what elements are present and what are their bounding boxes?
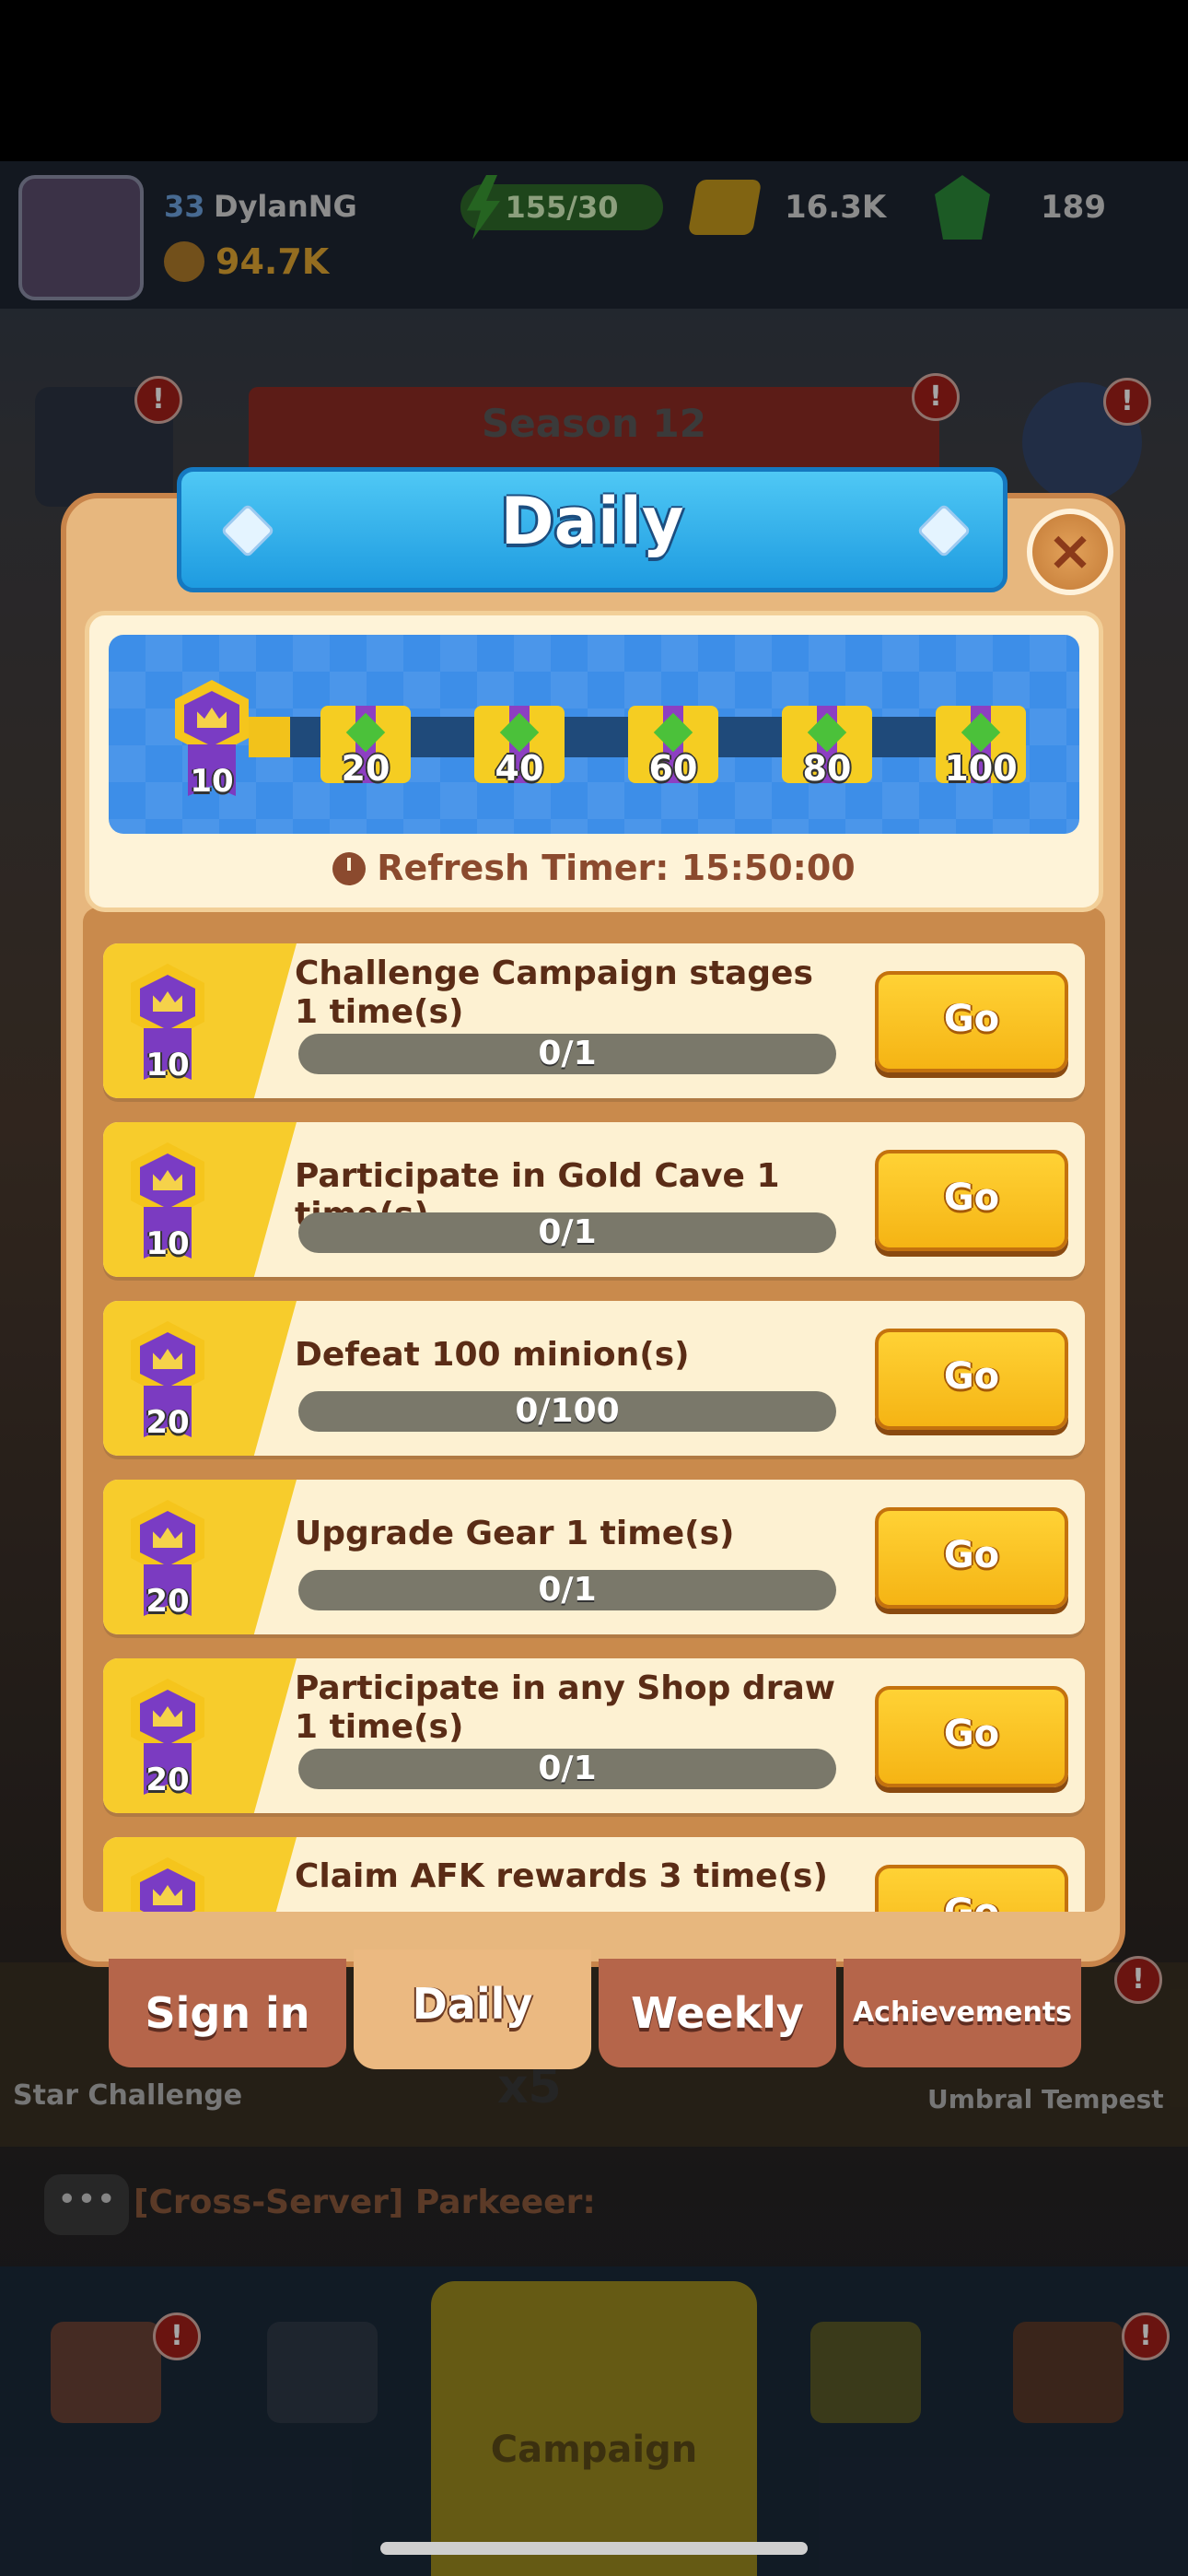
- points-medal: 10: [123, 1142, 212, 1262]
- points-medal: 10: [123, 964, 212, 1083]
- task-progress-bar: 0/1: [298, 1212, 836, 1253]
- task-progress-bar: 0/1: [298, 1749, 836, 1789]
- tab-weekly[interactable]: Weekly: [599, 1959, 836, 2067]
- go-button[interactable]: Go: [875, 1865, 1068, 1912]
- task-title: Challenge Campaign stages 1 time(s): [295, 954, 813, 1031]
- go-button[interactable]: Go: [875, 1329, 1068, 1430]
- milestone-chest-20[interactable]: 20: [320, 693, 411, 789]
- modal-title: Daily: [500, 484, 684, 559]
- task-list[interactable]: 10 Challenge Campaign stages 1 time(s) 0…: [83, 921, 1105, 1912]
- current-points-medal: 10: [168, 680, 256, 800]
- go-button[interactable]: Go: [875, 1507, 1068, 1609]
- task-title: Upgrade Gear 1 time(s): [295, 1515, 735, 1552]
- points-medal: 20: [123, 1321, 212, 1441]
- go-button[interactable]: Go: [875, 1686, 1068, 1787]
- tab-daily[interactable]: Daily: [354, 1950, 591, 2069]
- points-medal: 20: [123, 1500, 212, 1620]
- task-title: Defeat 100 minion(s): [295, 1336, 690, 1374]
- clock-icon: [332, 852, 367, 885]
- tab-bar: Sign in Daily Weekly Achievements: [109, 1950, 1081, 2069]
- refresh-timer-text: Refresh Timer: 15:50:00: [377, 848, 856, 888]
- tab-sign-in[interactable]: Sign in: [109, 1959, 346, 2067]
- task-row: 20 Upgrade Gear 1 time(s) 0/1 Go: [103, 1480, 1085, 1634]
- milestone-chest-80[interactable]: 80: [782, 693, 872, 789]
- task-row: 10 Participate in Gold Cave 1 time(s) 0/…: [103, 1122, 1085, 1277]
- close-button[interactable]: ×: [1027, 509, 1113, 595]
- milestone-chest-60[interactable]: 60: [628, 693, 718, 789]
- task-title: Claim AFK rewards 3 time(s): [295, 1857, 828, 1895]
- tab-achievements[interactable]: Achievements: [844, 1959, 1081, 2067]
- current-points: 10: [190, 763, 234, 800]
- points-medal: 20: [123, 1679, 212, 1798]
- task-row: 20 Participate in any Shop draw 1 time(s…: [103, 1658, 1085, 1813]
- milestone-chest-40[interactable]: 40: [474, 693, 565, 789]
- task-progress-bar: 0/100: [298, 1391, 836, 1432]
- go-button[interactable]: Go: [875, 1150, 1068, 1251]
- task-progress-bar: 0/1: [298, 1570, 836, 1610]
- home-indicator[interactable]: [380, 2542, 808, 2555]
- task-row: 20 Defeat 100 minion(s) 0/100 Go: [103, 1301, 1085, 1456]
- task-row: 10 Challenge Campaign stages 1 time(s) 0…: [103, 943, 1085, 1098]
- milestone-chest-100[interactable]: 100: [936, 693, 1026, 789]
- task-row: Claim AFK rewards 3 time(s) Go: [103, 1837, 1085, 1912]
- task-progress-bar: 0/1: [298, 1034, 836, 1074]
- refresh-timer: Refresh Timer: 15:50:00: [85, 848, 1103, 888]
- go-button[interactable]: Go: [875, 971, 1068, 1072]
- points-medal: [123, 1857, 212, 1912]
- task-title: Participate in any Shop draw 1 time(s): [295, 1669, 836, 1746]
